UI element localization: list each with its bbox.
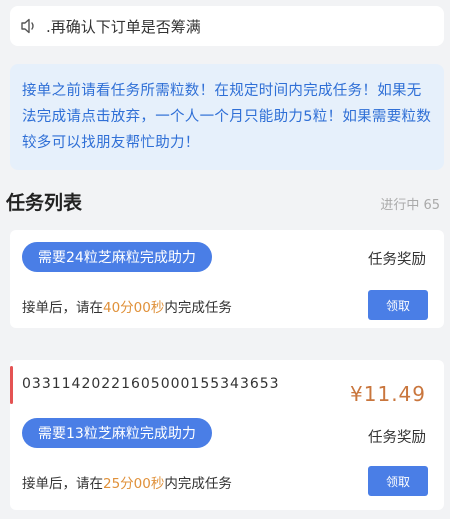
claim-button[interactable]: 领取 <box>368 466 428 496</box>
deadline-text: 接单后，请在40分00秒内完成任务 <box>22 296 232 316</box>
task-rules-text: 接单之前请看任务所需粒数！在规定时间内完成任务！如果无法完成请点击放弃，一个人一… <box>22 83 432 151</box>
deadline-suffix: 内完成任务 <box>164 300 232 316</box>
reward-label: 任务奖励 <box>368 252 426 268</box>
order-id: 03311420221605000155343653 <box>22 376 280 392</box>
deadline-suffix: 内完成任务 <box>164 476 232 492</box>
deadline-time: 25分00秒 <box>103 476 165 492</box>
reward-label: 任务奖励 <box>368 430 426 446</box>
deadline-prefix: 接单后，请在 <box>22 476 103 492</box>
task-price: ¥11.49 <box>350 382 426 406</box>
notice-bar: .再确认下订单是否筹满 <box>10 6 444 46</box>
deadline-prefix: 接单后，请在 <box>22 300 103 316</box>
speaker-icon <box>20 16 40 36</box>
task-list-title: 任务列表 <box>6 192 83 214</box>
notice-text: .再确认下订单是否筹满 <box>46 17 201 36</box>
task-status-count[interactable]: 进行中 65 <box>380 194 440 213</box>
requirement-pill: 需要24粒芝麻粒完成助力 <box>22 242 212 272</box>
task-card: 需要24粒芝麻粒完成助力 任务奖励 接单后，请在40分00秒内完成任务 领取 <box>10 230 444 328</box>
deadline-time: 40分00秒 <box>103 300 165 316</box>
deadline-text: 接单后，请在25分00秒内完成任务 <box>22 472 232 492</box>
requirement-pill: 需要13粒芝麻粒完成助力 <box>22 418 212 448</box>
claim-button[interactable]: 领取 <box>368 290 428 320</box>
task-rules-info: 接单之前请看任务所需粒数！在规定时间内完成任务！如果无法完成请点击放弃，一个人一… <box>10 64 444 170</box>
task-card: 03311420221605000155343653 ¥11.49 需要13粒芝… <box>10 360 444 510</box>
